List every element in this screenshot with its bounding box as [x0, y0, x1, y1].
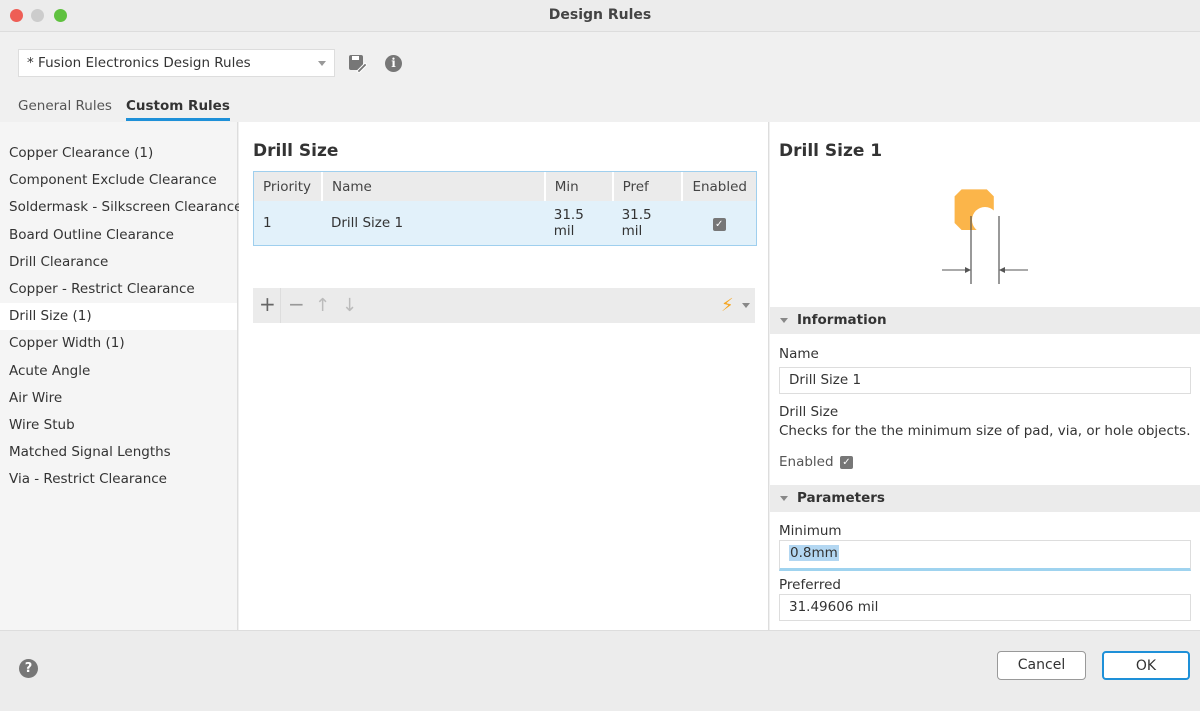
cell-priority: 1	[254, 201, 322, 245]
minimum-input[interactable]: 0.8mm	[779, 540, 1191, 571]
cell-pref: 31.5 mil	[612, 201, 683, 245]
rule-description: Checks for the the minimum size of pad, …	[779, 423, 1191, 439]
minimum-label: Minimum	[779, 523, 842, 539]
dialog-footer: ? Cancel OK	[0, 630, 1200, 711]
move-down-icon[interactable]: ↓	[342, 295, 357, 316]
enabled-checkbox[interactable]: ✓	[712, 218, 726, 231]
sidebar-item-selected[interactable]: Drill Size (1)	[0, 303, 237, 331]
cancel-button[interactable]: Cancel	[997, 651, 1086, 680]
tab-custom-rules[interactable]: Custom Rules	[126, 98, 230, 121]
preferred-label: Preferred	[779, 577, 841, 593]
panel-title: Drill Size	[253, 141, 339, 161]
sidebar-item[interactable]: Copper Clearance (1)	[0, 140, 237, 167]
rule-type-label: Drill Size	[779, 404, 839, 420]
lightning-icon[interactable]: ⚡	[721, 295, 734, 316]
sidebar-item[interactable]: Drill Clearance	[0, 249, 237, 276]
move-up-icon[interactable]: ↑	[315, 295, 330, 316]
sidebar-item[interactable]: Copper - Restrict Clearance	[0, 276, 237, 303]
add-icon[interactable]: +	[259, 292, 276, 316]
sidebar-item[interactable]: Component Exclude Clearance	[0, 167, 237, 194]
preferred-input[interactable]: 31.49606 mil	[779, 594, 1191, 621]
ruleset-value: * Fusion Electronics Design Rules	[27, 55, 251, 71]
table-row[interactable]: 1 Drill Size 1 31.5 mil 31.5 mil ✓	[254, 201, 756, 245]
ruleset-dropdown[interactable]: * Fusion Electronics Design Rules	[18, 49, 335, 77]
info-icon[interactable]: i	[385, 55, 402, 72]
sidebar-item[interactable]: Matched Signal Lengths	[0, 439, 237, 466]
cell-min: 31.5 mil	[544, 201, 613, 245]
sidebar-item[interactable]: Acute Angle	[0, 358, 237, 385]
save-edit-icon[interactable]	[347, 53, 368, 74]
column-header-enabled[interactable]: Enabled	[682, 172, 756, 201]
sidebar-item[interactable]: Copper Width (1)	[0, 330, 237, 357]
table-toolbar: + − ↑ ↓ ⚡	[253, 288, 755, 323]
rules-panel: Drill Size Priority Name Min Pref Enable…	[239, 122, 769, 630]
tab-general-rules[interactable]: General Rules	[18, 98, 112, 118]
parameters-section-header[interactable]: Parameters	[770, 485, 1200, 512]
details-title: Drill Size 1	[779, 141, 883, 161]
collapse-icon	[780, 496, 788, 501]
chevron-down-icon[interactable]	[742, 303, 750, 308]
window-title: Design Rules	[548, 7, 652, 23]
sidebar-item[interactable]: Via - Restrict Clearance	[0, 466, 237, 493]
remove-icon[interactable]: −	[288, 292, 305, 316]
rule-list: Copper Clearance (1) Component Exclude C…	[0, 122, 242, 630]
enabled-label: Enabled	[779, 454, 834, 470]
rules-table: Priority Name Min Pref Enabled 1 Drill S…	[253, 171, 757, 246]
sidebar-item[interactable]: Wire Stub	[0, 412, 237, 439]
column-header-name[interactable]: Name	[321, 172, 546, 201]
title-bar: Design Rules	[0, 0, 1200, 32]
chevron-down-icon	[318, 61, 326, 66]
column-header-pref[interactable]: Pref	[612, 172, 684, 201]
rule-details: Drill Size 1 Information Name Drill Size…	[770, 122, 1200, 630]
name-input[interactable]: Drill Size 1	[779, 367, 1191, 394]
sidebar-item[interactable]: Board Outline Clearance	[0, 222, 237, 249]
name-label: Name	[779, 346, 819, 362]
help-icon[interactable]: ?	[19, 659, 38, 678]
ok-button[interactable]: OK	[1102, 651, 1190, 680]
sidebar-item[interactable]: Soldermask - Silkscreen Clearance	[0, 194, 242, 221]
drill-size-diagram-icon	[940, 188, 1040, 292]
enabled-checkbox[interactable]: ✓	[840, 456, 853, 469]
sidebar-item[interactable]: Air Wire	[0, 385, 237, 412]
collapse-icon	[780, 318, 788, 323]
information-section-header[interactable]: Information	[770, 307, 1200, 334]
column-header-min[interactable]: Min	[544, 172, 614, 201]
column-header-priority[interactable]: Priority	[254, 172, 323, 201]
cell-name: Drill Size 1	[321, 201, 545, 245]
